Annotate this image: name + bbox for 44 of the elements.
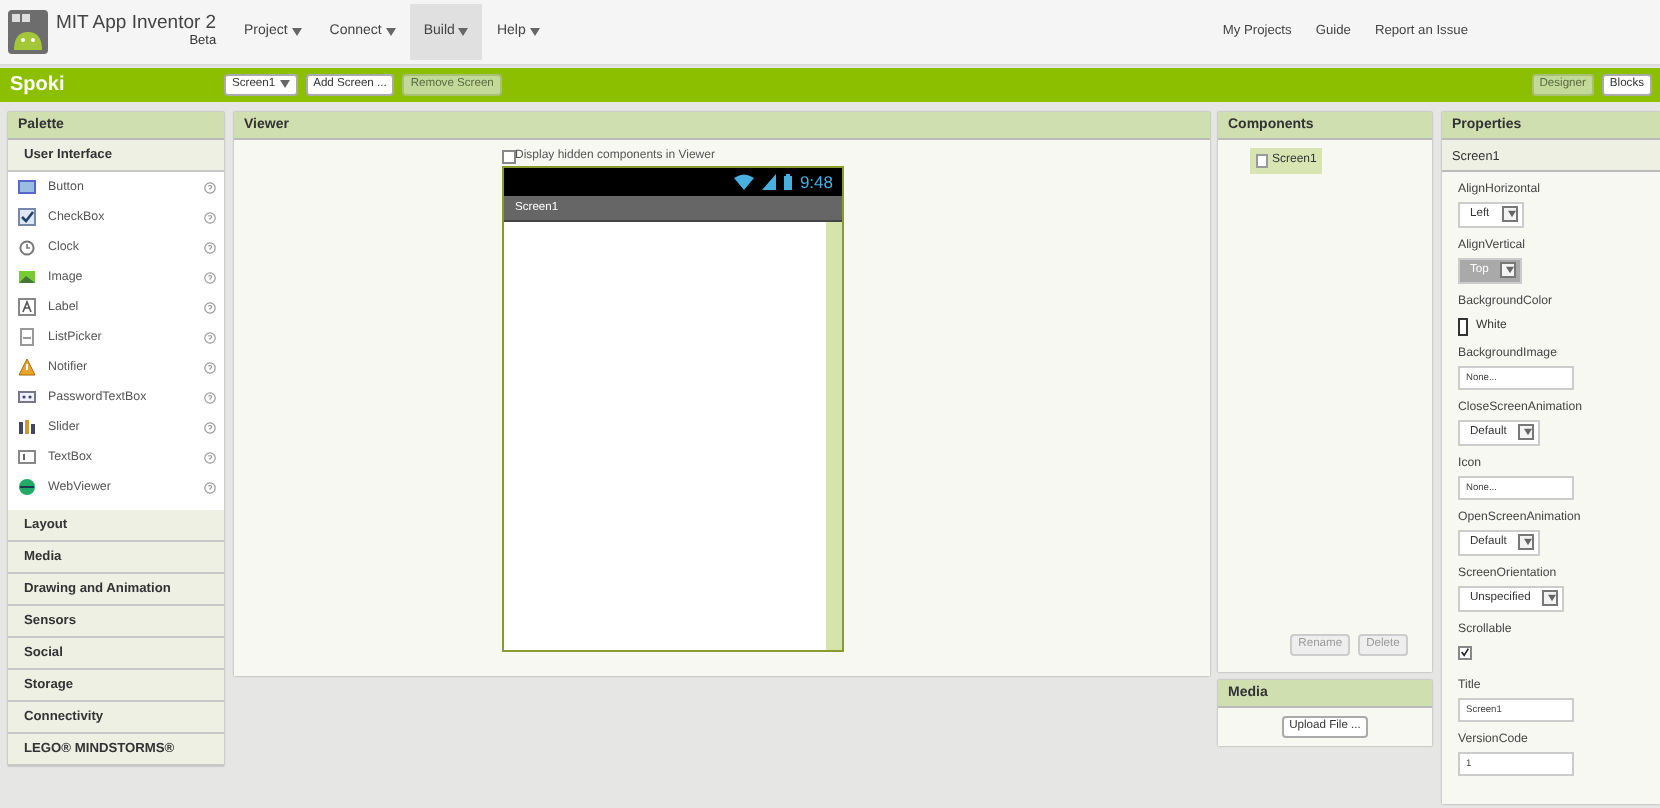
help-icon[interactable] <box>204 421 216 433</box>
project-name: Spoki <box>8 72 67 100</box>
checkmark-icon <box>1460 646 1470 659</box>
caret-icon <box>1548 594 1557 603</box>
help-icon[interactable] <box>204 481 216 493</box>
checkbox[interactable] <box>501 150 515 164</box>
help-icon[interactable] <box>204 241 216 253</box>
image-icon <box>18 268 36 286</box>
phone-clock: 9:48 <box>799 169 833 195</box>
help-icon[interactable] <box>204 301 216 313</box>
property-checkbox[interactable] <box>1458 645 1472 660</box>
caret-icon <box>1524 428 1533 437</box>
color-swatch[interactable] <box>1458 317 1468 336</box>
screen-icon <box>1256 154 1268 168</box>
caret-icon <box>458 28 469 36</box>
help-icon[interactable] <box>204 391 216 403</box>
globe-icon <box>18 478 36 496</box>
label-icon <box>18 298 36 316</box>
battery-icon <box>783 174 792 190</box>
help-icon[interactable] <box>204 451 216 463</box>
help-icon[interactable] <box>204 361 216 373</box>
warning-icon <box>18 358 36 376</box>
clock-icon <box>18 238 36 256</box>
logo-icon <box>8 10 48 54</box>
help-icon[interactable] <box>204 331 216 343</box>
caret-icon <box>1506 266 1515 275</box>
wifi-icon <box>733 174 754 190</box>
help-icon[interactable] <box>204 271 216 283</box>
password-field-icon <box>18 388 36 406</box>
button-icon <box>18 178 36 196</box>
textbox-icon <box>18 448 36 466</box>
help-icon[interactable] <box>204 211 216 223</box>
caret-icon <box>385 28 396 36</box>
caret-icon <box>1524 538 1533 547</box>
slider-icon <box>18 418 36 436</box>
list-icon <box>18 328 36 346</box>
caret-icon <box>291 28 302 36</box>
help-icon[interactable] <box>204 181 216 193</box>
caret-icon <box>279 80 290 89</box>
caret-icon <box>1507 210 1516 219</box>
caret-icon <box>529 28 540 36</box>
app-title: MIT App Inventor 2 <box>56 14 217 34</box>
signal-icon <box>761 174 776 190</box>
checkbox-icon <box>18 208 36 226</box>
